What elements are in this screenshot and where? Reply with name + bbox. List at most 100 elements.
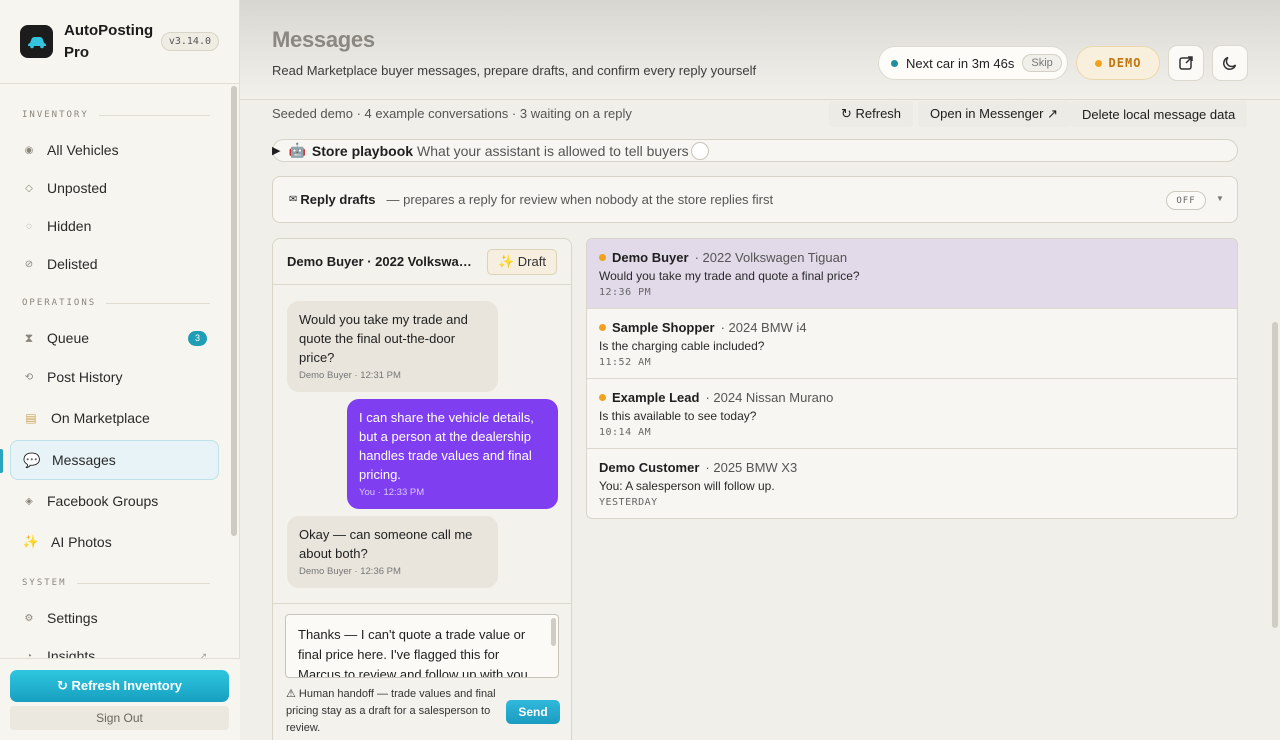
sidebar-item-messages[interactable]: 💬 Messages [10,440,219,480]
sidebar-nav: INVENTORY ◉ All Vehicles ◇ Unposted ◌ Hidde… [0,84,232,658]
thread-item[interactable]: Demo Customer · 2025 BMW X3 You: A salesp… [587,449,1237,518]
thread-vehicle: · 2025 BMW X3 [705,460,798,475]
conversation-header: Demo Buyer · 2022 Volkswagen Tiguan ✨ Dr… [273,239,571,285]
message-bubble: Okay — can someone call me about both? D… [287,516,498,588]
gear-icon: ⚙ [24,612,34,624]
message-meta: Demo Buyer · 12:36 PM [299,566,401,577]
thread-item[interactable]: Demo Buyer · 2022 Volkswagen Tiguan Would… [587,239,1237,309]
sign-out-button[interactable]: Sign Out [10,706,229,730]
sidebar-item-label: Unposted [47,180,107,196]
hourglass-icon: ⧗ [24,330,34,345]
delete-message-data-button[interactable]: Delete local message data [1070,101,1248,127]
sidebar-item-label: Messages [52,452,116,468]
message-bubble: I can share the vehicle details, but a p… [347,399,558,509]
reply-textarea[interactable]: Thanks — I can't quote a trade value or … [285,614,559,678]
section-label-inventory: INVENTORY [0,108,232,122]
thread-name: Demo Buyer [612,250,689,265]
refresh-inventory-button[interactable]: ↻ Refresh Inventory [10,670,229,702]
textarea-scrollbar[interactable] [551,618,556,646]
playbook-description: What your assistant is allowed to tell b… [417,142,689,159]
sidebar-item-insights[interactable]: ◔ Insights ↗ [10,636,219,658]
section-label-system: SYSTEM [0,576,232,590]
thread-vehicle: · 2024 BMW i4 [720,320,807,335]
sidebar-item-label: Queue [47,330,90,346]
sidebar-item-ai-photos[interactable]: ✨ AI Photos [10,522,219,562]
sidebar-item-delisted[interactable]: ⊘ Delisted [10,244,219,284]
reply-drafts-panel: ✉ Reply drafts — prepares a reply for re… [272,176,1238,223]
open-messenger-button[interactable]: Open in Messenger ↗ [918,101,1070,127]
disclosure-triangle-icon: ▶ [272,145,281,157]
reply-drafts-description: — prepares a reply for review when nobod… [386,192,774,207]
app-name: AutoPosting Pro [64,21,154,61]
sidebar-item-label: Settings [47,610,98,626]
inbox-status: Seeded demo · 4 example conversations · … [272,106,632,121]
queue-count-badge: 3 [188,330,207,346]
envelope-icon: ✉ [289,194,298,205]
sparkles-icon: ✨ [22,534,40,549]
next-car-timer: Next car in 3m 46s Skip [878,46,1068,80]
page-subtitle: Read Marketplace buyer messages, prepare… [272,63,757,78]
thread-item[interactable]: Example Lead · 2024 Nissan Murano Is this… [587,379,1237,449]
diamond-filled-icon: ◈ [25,495,33,507]
history-icon: ⟲ [24,371,34,383]
next-car-label: Next car in 3m 46s [906,55,1015,71]
draft-button[interactable]: ✨ Draft [487,248,557,275]
sidebar-item-label: Delisted [47,256,98,272]
reply-text: Thanks — I can't quote a trade value or … [298,627,528,678]
status-dot-icon [891,59,898,67]
sidebar-item-label: AI Photos [51,534,112,550]
sidebar-item-on-marketplace[interactable]: ▤ On Marketplace [10,398,219,438]
playbook-title: Store playbook [311,142,414,159]
sidebar-item-settings[interactable]: ⚙ Settings [10,598,219,638]
car-logo-icon [20,25,53,58]
playbook-toggle-knob[interactable] [690,141,709,160]
open-external-button[interactable] [1168,45,1204,81]
message-text: I can share the vehicle details, but a p… [359,410,534,482]
thread-preview: You: A salesperson will follow up. [599,479,775,493]
thread-time: 12:36 PM [599,287,652,298]
thread-list: Demo Buyer · 2022 Volkswagen Tiguan Would… [586,238,1238,519]
message-text: Would you take my trade and quote the fi… [299,312,468,365]
sidebar-item-all-vehicles[interactable]: ◉ All Vehicles [10,130,219,170]
diamond-icon: ◇ [25,182,33,194]
refresh-button[interactable]: ↻ Refresh [829,101,914,127]
circle-dot-icon: ◉ [24,144,34,156]
sidebar-item-unposted[interactable]: ◇ Unposted [10,168,219,208]
skip-button[interactable]: Skip [1022,54,1062,72]
active-indicator [0,449,3,473]
main-scrollbar[interactable] [1272,322,1278,628]
message-bubble: Would you take my trade and quote the fi… [287,301,498,392]
moon-icon [1223,56,1237,70]
sidebar-item-queue[interactable]: ⧗ Queue 3 [10,318,219,358]
thread-vehicle: · 2022 Volkswagen Tiguan [694,250,848,265]
sidebar: AutoPosting Pro v3.14.0 INVENTORY ◉ All V… [0,0,240,740]
thread-time: 11:52 AM [599,357,652,368]
sidebar-item-facebook-groups[interactable]: ◈ Facebook Groups [10,481,219,521]
thread-time: 10:14 AM [599,427,652,438]
reply-drafts-toggle[interactable]: OFF [1166,191,1206,210]
version-badge: v3.14.0 [160,32,219,51]
demo-dot-icon [1094,59,1102,67]
page-title: Messages [272,27,375,52]
theme-toggle-button[interactable] [1212,45,1248,81]
unread-dot-icon [599,324,606,331]
sidebar-item-label: All Vehicles [47,142,119,158]
handoff-note: ⚠ Human handoff — trade values and final… [286,688,496,734]
sidebar-item-label: Insights [47,648,96,658]
external-link-icon: ↗ [199,650,207,659]
message-meta: You · 12:33 PM [359,487,425,498]
chart-icon: ◔ [25,650,33,659]
sidebar-scrollbar[interactable] [231,86,237,536]
section-label-operations: OPERATIONS [0,296,232,310]
store-playbook-toggle[interactable]: ▶ 🤖 Store playbook What your assistant i… [272,139,1238,162]
thread-name: Sample Shopper [612,320,715,335]
sidebar-item-label: Facebook Groups [47,493,159,509]
sidebar-item-hidden[interactable]: ◌ Hidden [10,206,219,246]
thread-item[interactable]: Sample Shopper · 2024 BMW i4 Is the charg… [587,309,1237,379]
send-button[interactable]: Send [506,700,560,724]
sidebar-item-post-history[interactable]: ⟲ Post History [10,357,219,397]
thread-preview: Is this available to see today? [599,409,757,423]
chevron-down-icon[interactable]: ▼ [1216,194,1224,203]
sidebar-item-label: On Marketplace [51,410,150,426]
sidebar-item-label: Post History [47,369,123,385]
